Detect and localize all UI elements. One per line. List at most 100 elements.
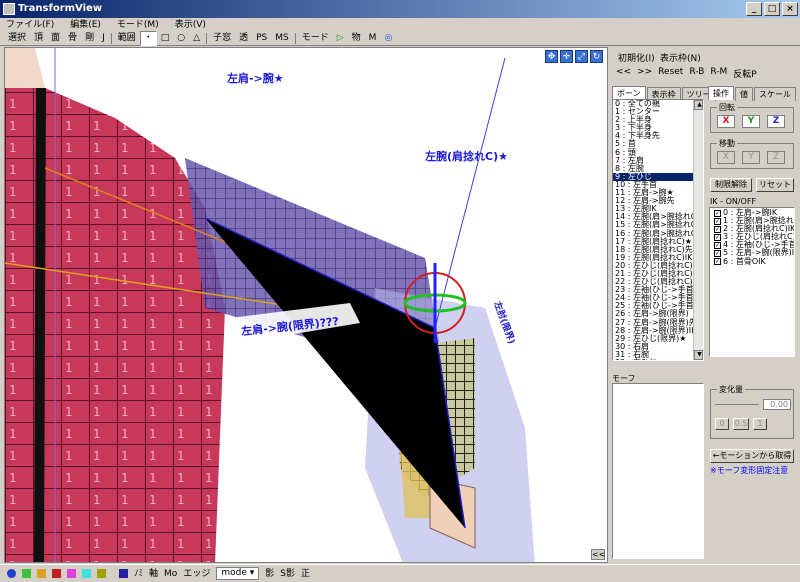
mo-toggle[interactable]: Mo (161, 567, 180, 581)
right-panel: 初期化(I) 表示枠(N) << >> Reset R-B R-M 反転P ボー… (610, 47, 800, 563)
target-icon[interactable]: ◎ (380, 31, 396, 46)
play-icon[interactable]: ▷ (333, 31, 348, 46)
edge-toggle[interactable]: エッジ (180, 567, 213, 581)
bone-list-item[interactable]: 32 : 右ひじ (613, 358, 703, 360)
dot-icon[interactable] (7, 569, 16, 578)
rb-button[interactable]: R-B (689, 67, 704, 80)
move-view-icon[interactable]: ✥ (545, 50, 558, 63)
mode-select[interactable]: mode ▾ (216, 567, 260, 580)
tool-rect[interactable]: □ (157, 31, 174, 46)
rotate-group: 回転 X Y Z (710, 102, 794, 133)
menu-bar: ファイル(F) 編集(E) モード(M) 表示(V) (0, 18, 800, 32)
menu-mode[interactable]: モード(M) (117, 18, 159, 32)
nav-row: << >> Reset R-B R-M 反転P (616, 67, 757, 80)
magenta-icon[interactable] (67, 569, 76, 578)
ik-row[interactable]: ✓ 6 : 首骨OIK (710, 257, 794, 266)
triangle-icon[interactable] (52, 569, 61, 578)
tab-bone[interactable]: ボーン (612, 86, 646, 100)
reset-rotation-button[interactable]: リセット (756, 178, 794, 192)
tool-ms[interactable]: MS (271, 31, 292, 46)
tool-rigid[interactable]: 剛 (81, 31, 98, 46)
tool-face[interactable]: 面 (47, 31, 64, 46)
front-toggle[interactable]: 正 (298, 567, 313, 581)
scroll-down-icon[interactable]: ▼ (694, 350, 703, 360)
checkbox-icon[interactable]: ✓ (714, 233, 721, 241)
tool-m[interactable]: M (365, 31, 381, 46)
tool-joint[interactable]: J (98, 31, 109, 46)
scroll-up-icon[interactable]: ▲ (694, 100, 703, 110)
tab-scale[interactable]: スケール (754, 87, 796, 101)
orange-icon[interactable] (37, 569, 46, 578)
close-button[interactable]: × (782, 2, 798, 16)
minimize-button[interactable]: _ (746, 2, 762, 16)
tool-select[interactable]: 選択 (4, 31, 30, 46)
move-y-button[interactable]: Y (742, 151, 760, 164)
rotate-z-button[interactable]: Z (767, 115, 785, 128)
tool-circle[interactable]: ○ (173, 31, 189, 46)
tab-value[interactable]: 値 (735, 87, 753, 101)
pan-icon[interactable]: ✛ (560, 50, 573, 63)
preset-half-button[interactable]: 0.5 (733, 418, 749, 430)
color-icon[interactable] (119, 569, 128, 578)
rotate-x-button[interactable]: X (717, 115, 735, 128)
maximize-button[interactable]: □ (764, 2, 780, 16)
rm-button[interactable]: R-M (710, 67, 727, 80)
flip-toggle[interactable]: ﾉﾐ (131, 567, 146, 581)
checkbox-icon[interactable]: ✓ (714, 241, 721, 249)
s-shadow-toggle[interactable]: S影 (277, 567, 298, 581)
menu-edit[interactable]: 編集(E) (70, 18, 101, 32)
display-menu[interactable]: 表示枠(N) (660, 51, 701, 64)
rotate-y-button[interactable]: Y (742, 115, 760, 128)
tool-subwindow[interactable]: 子窓 (209, 31, 235, 46)
yellow-icon[interactable] (97, 569, 106, 578)
view-controls: ✥ ✛ ⤢ ↻ (545, 50, 603, 63)
morph-slider[interactable] (715, 404, 759, 405)
tool-triangle[interactable]: △ (189, 31, 204, 46)
tool-mode[interactable]: モード (298, 31, 333, 46)
preset-1-button[interactable]: 1 (753, 418, 767, 430)
change-group: 変化量 0.00 0 0.5 1 (710, 384, 794, 439)
collapse-panel-button[interactable]: << (591, 549, 605, 560)
cyan-icon[interactable] (82, 569, 91, 578)
tool-transparent[interactable]: 透 (235, 31, 252, 46)
checkbox-icon[interactable]: ✓ (714, 217, 721, 225)
init-menu[interactable]: 初期化(I) (618, 51, 655, 64)
green-icon[interactable] (22, 569, 31, 578)
get-from-motion-button[interactable]: ←モーションから取得 (710, 449, 794, 463)
bone-scrollbar[interactable]: ▲ ▼ (693, 100, 703, 360)
shadow-toggle[interactable]: 影 (262, 567, 277, 581)
tool-bone[interactable]: 骨 (64, 31, 81, 46)
move-x-button[interactable]: X (717, 151, 735, 164)
checkbox-icon[interactable]: ✓ (714, 250, 721, 258)
menu-view[interactable]: 表示(V) (175, 18, 206, 32)
tool-ps[interactable]: PS (252, 31, 271, 46)
bone-list[interactable]: 0 : 全ての親 1 : センター 2 : 上半身 3 : 下半身 4 : 下半身先 5 … (612, 99, 704, 361)
rotate-view-icon[interactable]: ↻ (590, 50, 603, 63)
morph-list[interactable] (612, 383, 704, 559)
separator (206, 33, 208, 44)
3d-viewport[interactable]: 1 (4, 47, 608, 563)
menu-file[interactable]: ファイル(F) (6, 18, 54, 32)
zoom-icon[interactable]: ⤢ (575, 50, 588, 63)
mirror-button[interactable]: 反転P (733, 67, 756, 80)
op-tabs: 操作 値 スケール (708, 86, 797, 101)
ik-title: IK - ON/OFF (710, 197, 757, 206)
tool-range[interactable]: 範囲 (114, 31, 140, 46)
checkbox-icon[interactable]: ✓ (714, 258, 721, 266)
preset-0-button[interactable]: 0 (715, 418, 729, 430)
morph-value[interactable]: 0.00 (763, 399, 791, 410)
reset-button[interactable]: Reset (658, 67, 683, 80)
tab-operate[interactable]: 操作 (708, 86, 734, 100)
tool-vertex[interactable]: 頂 (30, 31, 47, 46)
move-z-button[interactable]: Z (767, 151, 785, 164)
next-button[interactable]: >> (637, 67, 652, 80)
tool-physics[interactable]: 物 (348, 31, 365, 46)
ik-list[interactable]: ✓0 : 左肩->腕IK✓1 : 左腕(肩>腕捻れC)IK✓2 : 左腕(肩捻れ… (709, 207, 795, 357)
prev-button[interactable]: << (616, 67, 631, 80)
checkbox-icon[interactable]: ✓ (714, 209, 721, 217)
bone-label-arm-twist: 左腕(肩捻れC)★ (425, 150, 508, 163)
checkbox-icon[interactable]: ✓ (714, 225, 721, 233)
axis-toggle[interactable]: 軸 (146, 567, 161, 581)
tool-point[interactable]: ・ (139, 31, 157, 46)
unlock-button[interactable]: 制限解除 (710, 178, 752, 192)
